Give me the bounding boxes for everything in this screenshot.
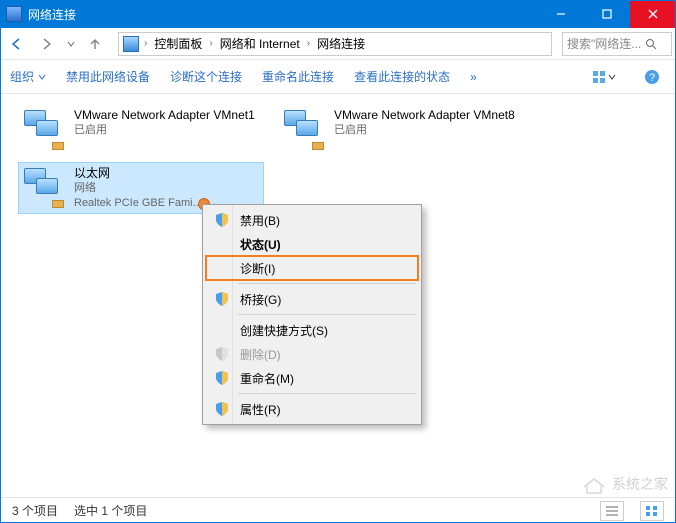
- breadcrumb[interactable]: › 控制面板 › 网络和 Internet › 网络连接: [118, 32, 552, 56]
- chevron-right-icon: ›: [304, 38, 313, 49]
- network-adapter-icon: [282, 108, 326, 150]
- breadcrumb-item[interactable]: 网络连接: [315, 35, 367, 52]
- item-name: VMware Network Adapter VMnet8: [334, 108, 515, 123]
- app-icon: [6, 6, 22, 22]
- ctx-status[interactable]: 状态(U): [206, 232, 418, 256]
- back-button[interactable]: [4, 31, 30, 57]
- shield-icon: [214, 346, 230, 362]
- search-input[interactable]: 搜索"网络连...: [562, 32, 672, 56]
- network-adapter-item[interactable]: VMware Network Adapter VMnet1 已启用: [18, 104, 264, 156]
- view-status-button[interactable]: 查看此连接的状态: [354, 68, 450, 85]
- menu-separator: [238, 314, 416, 315]
- shield-icon: [214, 370, 230, 386]
- titlebar: 网络连接: [0, 0, 676, 28]
- more-chevron[interactable]: »: [470, 70, 477, 84]
- item-status: 已启用: [74, 123, 255, 138]
- location-icon: [123, 36, 139, 52]
- watermark: 系统之家: [580, 473, 668, 495]
- details-view-button[interactable]: [600, 501, 624, 521]
- forward-button[interactable]: [34, 31, 60, 57]
- ctx-bridge[interactable]: 桥接(G): [206, 287, 418, 311]
- menu-separator: [238, 393, 416, 394]
- search-icon: [645, 38, 657, 50]
- context-menu: 禁用(B) 状态(U) 诊断(I) 桥接(G) 创建快捷方式(S) 删除(D) …: [202, 204, 422, 425]
- selected-count: 选中 1 个项目: [74, 502, 147, 519]
- ctx-shortcut[interactable]: 创建快捷方式(S): [206, 318, 418, 342]
- breadcrumb-item[interactable]: 控制面板: [152, 35, 204, 52]
- help-button[interactable]: ?: [638, 64, 666, 90]
- up-button[interactable]: [82, 31, 108, 57]
- item-count: 3 个项目: [12, 502, 58, 519]
- statusbar: 3 个项目 选中 1 个项目: [0, 497, 676, 523]
- ctx-disable[interactable]: 禁用(B): [206, 208, 418, 232]
- network-adapter-icon: [22, 166, 66, 208]
- svg-text:?: ?: [649, 72, 655, 84]
- item-name: VMware Network Adapter VMnet1: [74, 108, 255, 123]
- network-adapter-icon: [22, 108, 66, 150]
- item-status: 已启用: [334, 123, 515, 138]
- chevron-down-icon: [38, 73, 46, 81]
- item-device: Realtek PCIe GBE Fami...: [74, 196, 202, 211]
- history-dropdown[interactable]: [64, 39, 78, 49]
- close-button[interactable]: [630, 0, 676, 28]
- window-title: 网络连接: [28, 6, 538, 23]
- shield-icon: [214, 212, 230, 228]
- item-name: 以太网: [74, 166, 202, 181]
- menu-separator: [238, 283, 416, 284]
- chevron-right-icon: ›: [206, 38, 215, 49]
- ctx-properties[interactable]: 属性(R): [206, 397, 418, 421]
- item-network: 网络: [74, 181, 202, 196]
- shield-icon: [214, 401, 230, 417]
- toolbar: 组织 禁用此网络设备 诊断这个连接 重命名此连接 查看此连接的状态 » ?: [0, 60, 676, 94]
- disable-device-button[interactable]: 禁用此网络设备: [66, 68, 150, 85]
- ctx-delete: 删除(D): [206, 342, 418, 366]
- diagnose-button[interactable]: 诊断这个连接: [170, 68, 242, 85]
- ctx-rename[interactable]: 重命名(M): [206, 366, 418, 390]
- view-options-button[interactable]: [590, 64, 618, 90]
- maximize-button[interactable]: [584, 0, 630, 28]
- breadcrumb-item[interactable]: 网络和 Internet: [218, 35, 302, 52]
- shield-icon: [214, 291, 230, 307]
- organize-menu[interactable]: 组织: [10, 68, 46, 85]
- network-adapter-item[interactable]: VMware Network Adapter VMnet8 已启用: [278, 104, 524, 156]
- search-placeholder: 搜索"网络连...: [567, 35, 641, 52]
- icons-view-button[interactable]: [640, 501, 664, 521]
- chevron-right-icon: ›: [141, 38, 150, 49]
- nav-bar: › 控制面板 › 网络和 Internet › 网络连接 搜索"网络连...: [0, 28, 676, 60]
- minimize-button[interactable]: [538, 0, 584, 28]
- ctx-diagnose[interactable]: 诊断(I): [206, 256, 418, 280]
- rename-button[interactable]: 重命名此连接: [262, 68, 334, 85]
